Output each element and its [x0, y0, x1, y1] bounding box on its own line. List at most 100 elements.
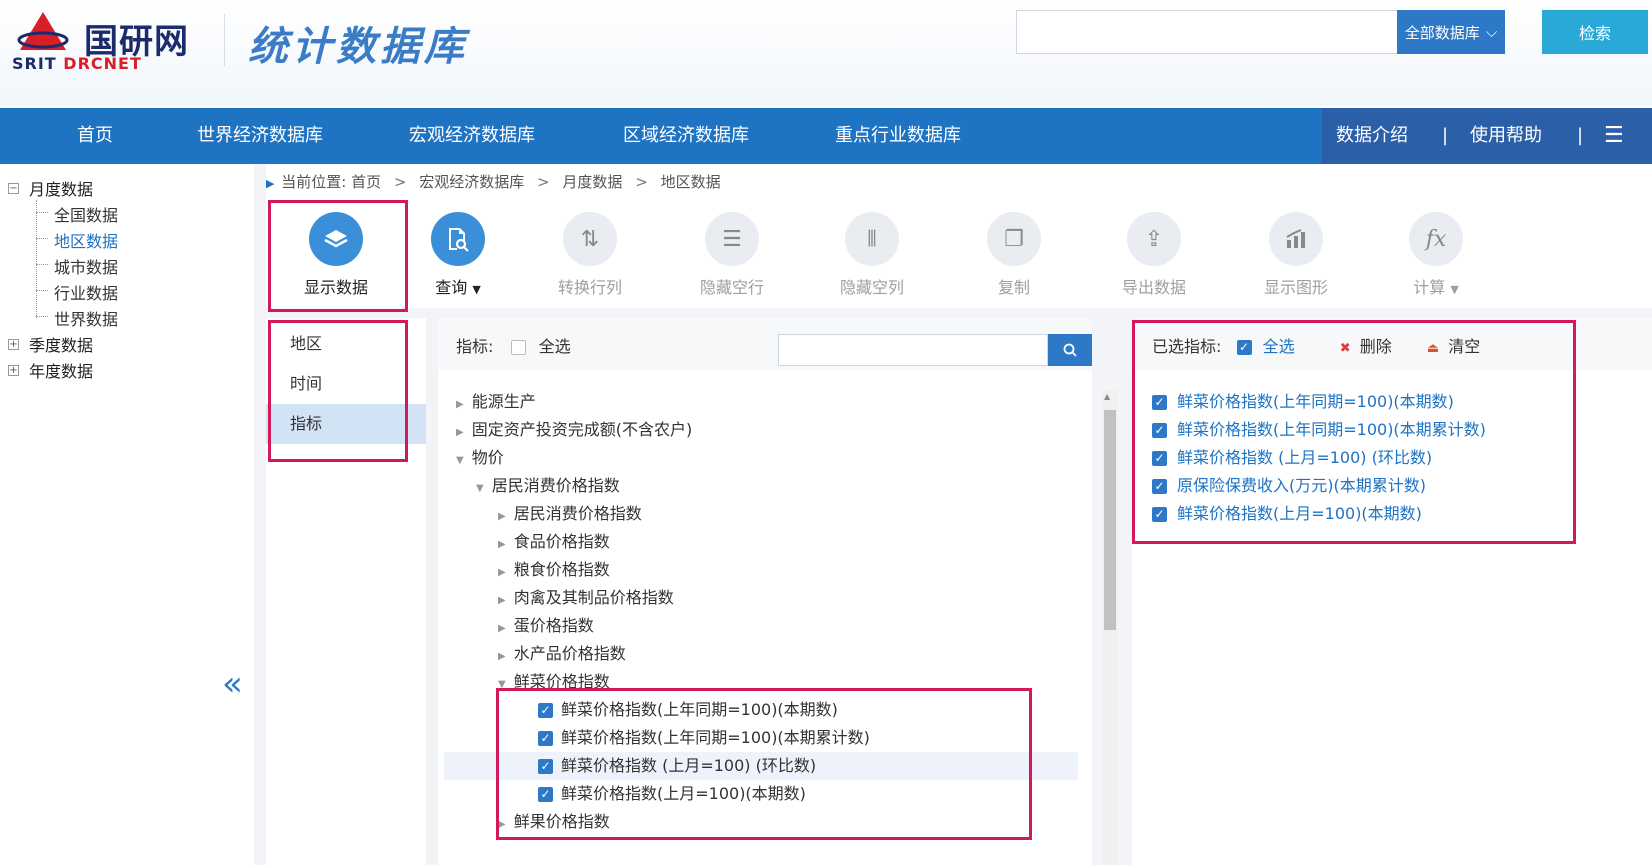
- scope-label: 全部数据库: [1404, 23, 1480, 42]
- search-icon: [1063, 343, 1077, 357]
- hide-empty-rows-button[interactable]: ☰ 隐藏空行: [672, 212, 792, 298]
- left-tree: − 月度数据 全国数据 地区数据 城市数据 行业数据 世界数据 + 季度数据 +…: [0, 164, 252, 865]
- tree-guide: [36, 212, 48, 213]
- copy-button[interactable]: ❐ 复制: [954, 212, 1074, 298]
- export-data-button[interactable]: ⇪ 导出数据: [1094, 212, 1214, 298]
- indicator-header-row: 指标: 全选: [456, 333, 571, 357]
- nav-item-key-industry[interactable]: 重点行业数据库: [818, 108, 978, 164]
- tree-root-quarterly[interactable]: + 季度数据: [8, 332, 93, 356]
- caret-right-icon: ▶: [498, 623, 506, 634]
- tool-label: 显示图形: [1263, 278, 1328, 297]
- site-title: 统计数据库: [248, 23, 468, 70]
- nav-item-macro-economy[interactable]: 宏观经济数据库: [392, 108, 552, 164]
- tree-item-world[interactable]: 世界数据: [54, 306, 118, 330]
- caret-down-icon: ▼: [1450, 283, 1459, 296]
- menu-icon[interactable]: ☰: [1604, 108, 1624, 164]
- indicator-search-button[interactable]: [1048, 334, 1092, 366]
- nav-item-world-economy[interactable]: 世界经济数据库: [180, 108, 340, 164]
- search-button[interactable]: 检索: [1542, 10, 1648, 54]
- expand-icon[interactable]: +: [8, 338, 19, 350]
- breadcrumb-prefix: 当前位置:: [281, 173, 347, 191]
- main-nav: 首页 世界经济数据库 宏观经济数据库 区域经济数据库 重点行业数据库 数据介绍 …: [0, 108, 1652, 164]
- breadcrumb-separator: >: [537, 173, 550, 191]
- tree-node[interactable]: ▶ 居民消费价格指数: [498, 500, 642, 528]
- tool-label: 隐藏空行: [699, 278, 764, 297]
- tree-item-regional[interactable]: 地区数据: [54, 228, 118, 252]
- tree-node[interactable]: ▶ 食品价格指数: [498, 528, 610, 556]
- indicator-label: 指标:: [456, 337, 494, 356]
- search-input[interactable]: [1016, 10, 1398, 54]
- caret-down-icon: ▼: [476, 483, 484, 494]
- tree-node[interactable]: ▼ 居民消费价格指数: [476, 472, 620, 500]
- select-all-checkbox[interactable]: [510, 340, 526, 355]
- tree-node[interactable]: ▶ 蛋价格指数: [498, 612, 594, 640]
- logo-en-text: SRIT DRCNET: [12, 54, 142, 73]
- query-icon: [431, 212, 485, 266]
- calculate-button[interactable]: fx 计算 ▼: [1376, 212, 1496, 298]
- tree-item-national[interactable]: 全国数据: [54, 202, 118, 226]
- breadcrumb-separator: >: [635, 173, 648, 191]
- transpose-icon: ⇅: [563, 212, 617, 266]
- tree-root-monthly[interactable]: − 月度数据: [8, 176, 93, 200]
- breadcrumb: ▶ 当前位置: 首页 > 宏观经济数据库 > 月度数据 > 地区数据: [266, 164, 1652, 200]
- tree-node[interactable]: ▼ 物价: [456, 444, 504, 472]
- export-icon: ⇪: [1127, 212, 1181, 266]
- tree-guide: [36, 238, 48, 239]
- breadcrumb-separator: >: [393, 173, 407, 191]
- breadcrumb-item[interactable]: 月度数据: [562, 173, 622, 191]
- nav-right-group: 数据介绍 | 使用帮助 | ☰: [1322, 108, 1652, 164]
- logo-mark-icon: [17, 12, 69, 50]
- nav-item-home[interactable]: 首页: [40, 108, 150, 164]
- tree-node[interactable]: ▶ 水产品价格指数: [498, 640, 626, 668]
- query-button[interactable]: 查询 ▼: [398, 212, 518, 298]
- indicator-header: 指标: 全选: [438, 318, 1092, 370]
- database-scope-dropdown[interactable]: 全部数据库 ⌵: [1397, 10, 1505, 54]
- header: 国研网 SRIT DRCNET 统计数据库 全部数据库 ⌵ 检索: [0, 0, 1652, 106]
- left-separator: [254, 164, 266, 865]
- nav-item-regional-economy[interactable]: 区域经济数据库: [606, 108, 766, 164]
- tree-item-city[interactable]: 城市数据: [54, 254, 118, 278]
- tree-node[interactable]: ▶ 肉禽及其制品价格指数: [498, 584, 674, 612]
- tree-item-industry[interactable]: 行业数据: [54, 280, 118, 304]
- select-all-label[interactable]: 全选: [539, 337, 571, 356]
- list-icon: ☰: [705, 212, 759, 266]
- tree-node[interactable]: ▶ 粮食价格指数: [498, 556, 610, 584]
- indicator-search-input[interactable]: [778, 334, 1048, 366]
- expand-icon[interactable]: +: [8, 364, 19, 376]
- tool-label: 转换行列: [557, 278, 622, 297]
- breadcrumb-item[interactable]: 首页: [351, 173, 381, 191]
- highlight-box: [496, 688, 1032, 840]
- collapse-icon[interactable]: −: [8, 182, 19, 194]
- tree-root-yearly[interactable]: + 年度数据: [8, 358, 93, 382]
- show-chart-button[interactable]: 显示图形: [1236, 212, 1356, 298]
- tree-node[interactable]: ▶ 固定资产投资完成额(不含农户): [456, 416, 692, 444]
- breadcrumb-item[interactable]: 地区数据: [661, 173, 721, 191]
- nav-divider: |: [1577, 125, 1584, 146]
- fx-icon: fx: [1409, 212, 1463, 266]
- tree-guide: [36, 316, 48, 317]
- breadcrumb-item[interactable]: 宏观经济数据库: [419, 173, 524, 191]
- tool-label: 计算 ▼: [1413, 278, 1459, 297]
- highlight-box: [268, 320, 408, 462]
- caret-right-icon: ▶: [498, 511, 506, 522]
- highlight-box: [1132, 320, 1576, 544]
- caret-right-icon: ▶: [456, 427, 464, 438]
- copy-icon: ❐: [987, 212, 1041, 266]
- tree-guide: [36, 264, 48, 265]
- tree-root-label: 年度数据: [29, 362, 94, 381]
- highlight-box: [268, 200, 408, 312]
- tool-label: 导出数据: [1121, 278, 1186, 297]
- hide-empty-columns-button[interactable]: ⦀ 隐藏空列: [812, 212, 932, 298]
- columns-icon: ⦀: [845, 212, 899, 266]
- toolbar: 显示数据 查询 ▼ ⇅ 转换行列 ☰ 隐藏空行 ⦀ 隐藏空列 ❐ 复制 ⇪ 导出…: [266, 200, 1652, 308]
- breadcrumb-marker-icon: ▶: [266, 177, 275, 190]
- site-logo[interactable]: 国研网 SRIT DRCNET: [12, 8, 202, 74]
- tree-node[interactable]: ▶ 能源生产: [456, 388, 536, 416]
- collapse-sidebar-icon[interactable]: «: [222, 664, 243, 704]
- transpose-button[interactable]: ⇅ 转换行列: [530, 212, 650, 298]
- nav-help[interactable]: 使用帮助: [1470, 108, 1542, 164]
- caret-right-icon: ▶: [498, 595, 506, 606]
- scroll-up-icon[interactable]: ▲: [1104, 392, 1110, 401]
- nav-data-intro[interactable]: 数据介绍: [1336, 108, 1408, 164]
- scrollbar-thumb[interactable]: [1104, 410, 1116, 630]
